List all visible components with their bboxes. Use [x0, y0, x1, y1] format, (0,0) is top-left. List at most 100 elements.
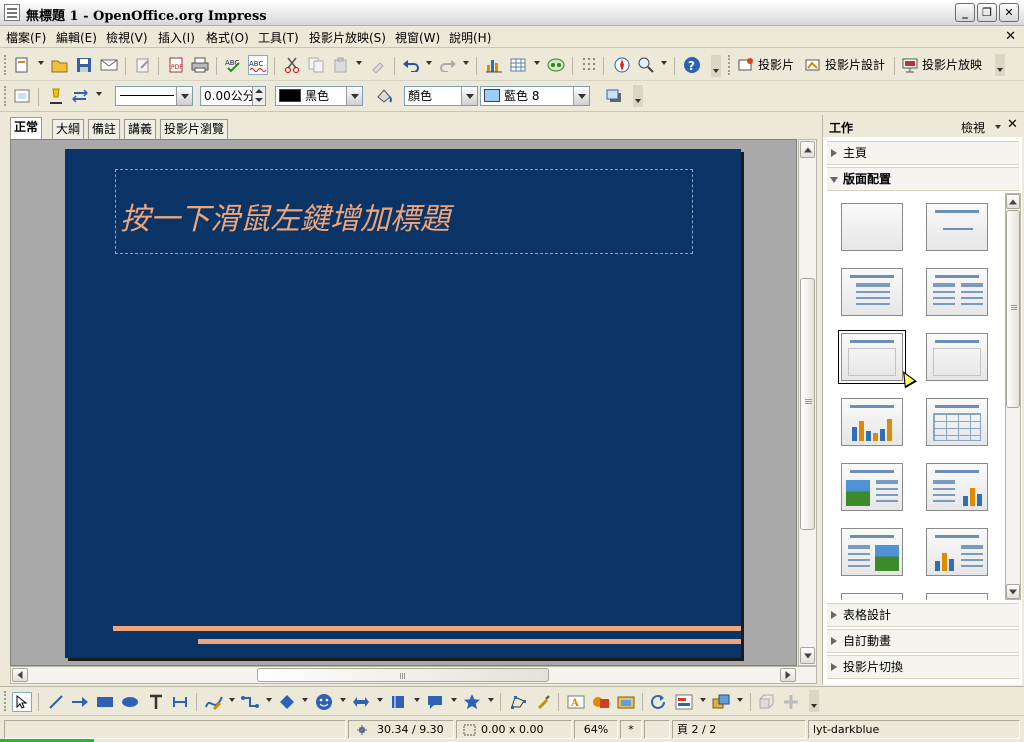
tab-handout[interactable]: 講義: [124, 119, 157, 139]
table-icon[interactable]: [508, 55, 528, 75]
symbol-shapes-icon[interactable]: [314, 692, 334, 712]
toolbar-overflow-button[interactable]: [809, 690, 819, 712]
arrow-line-tool-icon[interactable]: [70, 692, 90, 712]
status-selection-mode[interactable]: [644, 720, 670, 739]
new-document-icon[interactable]: [12, 55, 32, 75]
tab-slide-sorter[interactable]: 投影片瀏覽: [160, 119, 229, 139]
glue-points-icon[interactable]: [533, 692, 553, 712]
line-style-dropdown[interactable]: [176, 87, 192, 105]
area-style-dropdown[interactable]: [461, 87, 477, 105]
undo-dropdown-arrow[interactable]: [426, 61, 432, 65]
undo-icon[interactable]: [401, 55, 421, 75]
menu-edit[interactable]: 編輯(E): [56, 29, 97, 46]
close-window-button[interactable]: ✕: [999, 3, 1019, 22]
layout-more-1[interactable]: [841, 593, 903, 600]
zoom-dropdown-arrow[interactable]: [661, 61, 667, 65]
3d-effects-icon[interactable]: [781, 692, 801, 712]
from-file-icon[interactable]: [591, 692, 611, 712]
stars-dropdown-arrow[interactable]: [488, 698, 494, 702]
clone-format-icon[interactable]: [368, 55, 388, 75]
points-edit-icon[interactable]: [508, 692, 528, 712]
menu-insert[interactable]: 插入(I): [158, 29, 195, 46]
scroll-down-button[interactable]: [800, 647, 815, 664]
vertical-scrollbar[interactable]: [798, 139, 817, 666]
connector-dropdown-arrow[interactable]: [266, 698, 272, 702]
redo-icon[interactable]: [438, 55, 458, 75]
layout-title-chart-text[interactable]: [926, 528, 988, 576]
layout-more-2[interactable]: [926, 593, 988, 600]
line-width-spinner[interactable]: [252, 87, 265, 105]
spellcheck-icon[interactable]: ABC: [224, 55, 244, 75]
layout-title-text-image[interactable]: [841, 528, 903, 576]
line-width-field[interactable]: 0.00公分: [200, 86, 266, 106]
ellipse-tool-icon[interactable]: [120, 692, 140, 712]
chart-icon[interactable]: [484, 55, 504, 75]
scroll-up-button[interactable]: [800, 141, 815, 158]
block-arrows-dropdown-arrow[interactable]: [377, 698, 383, 702]
menu-help[interactable]: 說明(H): [449, 29, 491, 46]
line-style-select[interactable]: [115, 86, 193, 106]
menu-view[interactable]: 檢視(V): [106, 29, 148, 46]
gallery-scroll-up-button[interactable]: [1006, 194, 1020, 209]
arrow-style-icon[interactable]: [70, 86, 90, 106]
save-icon[interactable]: [74, 55, 94, 75]
callouts-icon[interactable]: [425, 692, 445, 712]
export-pdf-icon[interactable]: PDF: [166, 55, 186, 75]
layout-title-table[interactable]: [926, 398, 988, 446]
close-document-button[interactable]: ✕: [1005, 29, 1016, 44]
area-color-select[interactable]: 藍色 8: [480, 86, 590, 106]
line-tool-icon[interactable]: [46, 692, 66, 712]
menu-window[interactable]: 視窗(W): [395, 29, 440, 46]
layout-title-chart[interactable]: [841, 398, 903, 446]
tab-normal[interactable]: 正常: [10, 117, 43, 139]
align-icon[interactable]: [674, 692, 694, 712]
layout-title-object[interactable]: [926, 333, 988, 381]
paste-icon[interactable]: [331, 55, 351, 75]
menu-file[interactable]: 檔案(F): [6, 29, 46, 46]
layout-gallery-scrollbar[interactable]: [1005, 193, 1021, 600]
task-pane-view-menu[interactable]: 檢視: [961, 119, 985, 136]
slideshow-button[interactable]: 投影片放映: [902, 56, 982, 73]
flowchart-icon[interactable]: [388, 692, 408, 712]
arrow-style-dropdown[interactable]: [96, 92, 102, 96]
edit-file-icon[interactable]: [133, 55, 153, 75]
block-arrows-icon[interactable]: [351, 692, 371, 712]
basic-shapes-dropdown-arrow[interactable]: [302, 698, 308, 702]
restore-button[interactable]: ❐: [977, 3, 997, 22]
area-fill-icon[interactable]: [374, 86, 394, 106]
status-zoom[interactable]: 64%: [574, 720, 618, 739]
gallery-icon[interactable]: [616, 692, 636, 712]
rectangle-tool-icon[interactable]: [95, 692, 115, 712]
toolbar-overflow-button[interactable]: [995, 54, 1005, 76]
line-color-dropdown[interactable]: [346, 87, 362, 105]
stars-icon[interactable]: [462, 692, 482, 712]
horizontal-scrollbar[interactable]: [10, 666, 817, 684]
email-icon[interactable]: [99, 55, 119, 75]
select-pointer-icon[interactable]: [12, 692, 32, 712]
layout-title-image-text[interactable]: [841, 463, 903, 511]
task-pane-close-button[interactable]: ✕: [1007, 117, 1018, 132]
autospellcheck-icon[interactable]: ABC: [248, 55, 268, 75]
extrusion-icon[interactable]: [757, 692, 777, 712]
arrange-dropdown-arrow[interactable]: [737, 698, 743, 702]
area-color-dropdown[interactable]: [573, 87, 589, 105]
menu-format[interactable]: 格式(O): [206, 29, 249, 46]
curve-dropdown-arrow[interactable]: [229, 698, 235, 702]
section-custom-animation[interactable]: 自訂動畫: [827, 629, 1019, 653]
copy-icon[interactable]: [306, 55, 326, 75]
layout-title-2-content[interactable]: [926, 268, 988, 316]
slide-edit-area[interactable]: 按一下滑鼠左鍵增加標題: [10, 139, 797, 666]
new-dropdown-arrow[interactable]: [38, 61, 44, 65]
redo-dropdown-arrow[interactable]: [463, 61, 469, 65]
navigator-icon[interactable]: [546, 55, 566, 75]
slide-button[interactable]: 投影片: [738, 56, 794, 73]
title-placeholder[interactable]: 按一下滑鼠左鍵增加標題: [115, 169, 693, 254]
area-style-select[interactable]: 顏色: [404, 86, 478, 106]
gallery-scroll-down-button[interactable]: [1006, 584, 1020, 599]
navigator-compass-icon[interactable]: [612, 55, 632, 75]
table-dropdown-arrow[interactable]: [534, 61, 540, 65]
curve-tool-icon[interactable]: [204, 692, 224, 712]
grid-icon[interactable]: [580, 55, 600, 75]
connector-dropdown-icon[interactable]: [240, 692, 260, 712]
toolbar-grip[interactable]: [4, 86, 7, 106]
